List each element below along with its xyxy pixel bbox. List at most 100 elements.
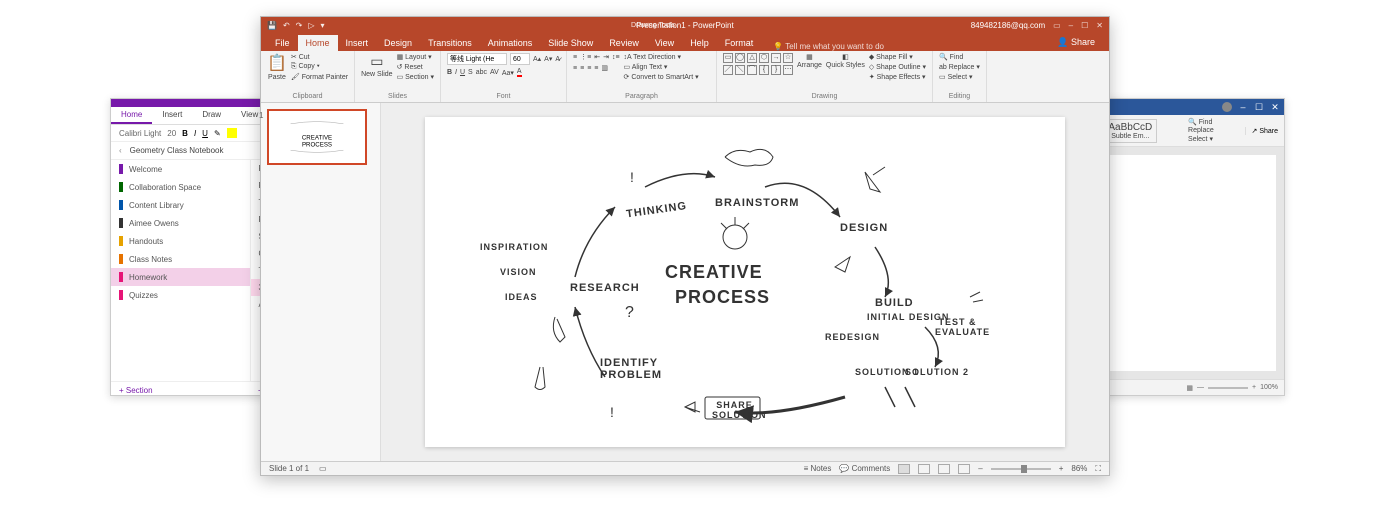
- minimize-icon[interactable]: –: [1069, 21, 1073, 30]
- numbering-icon[interactable]: ⋮≡: [580, 53, 591, 61]
- add-section-button[interactable]: + Section: [111, 382, 250, 399]
- justify-icon[interactable]: ≡: [594, 65, 598, 72]
- slide-canvas[interactable]: ? ! ! CREATIVE PROCESS THINKING BRAINSTO…: [381, 103, 1109, 461]
- slide[interactable]: ? ! ! CREATIVE PROCESS THINKING BRAINSTO…: [425, 117, 1065, 447]
- select-button[interactable]: Select ▾: [1188, 135, 1214, 143]
- zoom-slider[interactable]: [991, 468, 1051, 470]
- tab-home[interactable]: Home: [111, 107, 152, 124]
- comments-button[interactable]: 💬 Comments: [839, 464, 890, 473]
- shape-effects-button[interactable]: ✦ Shape Effects ▾: [869, 73, 926, 81]
- undo-icon[interactable]: ↶: [283, 21, 290, 30]
- smartart-button[interactable]: ⟳ Convert to SmartArt ▾: [624, 73, 699, 81]
- section-item[interactable]: Handouts: [111, 232, 250, 250]
- maximize-icon[interactable]: ☐: [1254, 102, 1264, 112]
- shapes-gallery[interactable]: ▭◯△⬡→☆ ／＼⌒{}⋯: [723, 53, 793, 75]
- line-spacing-icon[interactable]: ↕≡: [612, 54, 620, 61]
- start-icon[interactable]: ▷: [308, 21, 314, 30]
- align-right-icon[interactable]: ≡: [587, 65, 591, 72]
- underline-button[interactable]: U: [202, 129, 208, 138]
- grow-font-icon[interactable]: A▴: [533, 55, 541, 63]
- close-icon[interactable]: ✕: [1096, 21, 1103, 30]
- pencil-icon[interactable]: ✎: [214, 129, 221, 138]
- shape-outline-button[interactable]: ◇ Shape Outline ▾: [869, 63, 926, 71]
- tab-slide-show[interactable]: Slide Show: [540, 35, 601, 51]
- case-button[interactable]: Aa▾: [502, 69, 514, 77]
- section-item[interactable]: Aimee Owens: [111, 214, 250, 232]
- account-email[interactable]: 849482186@qq.com: [971, 21, 1045, 30]
- highlight-icon[interactable]: [227, 128, 237, 138]
- format-painter-button[interactable]: 🖌 Format Painter: [291, 73, 348, 81]
- qat-more-icon[interactable]: ▾: [321, 21, 325, 30]
- spacing-button[interactable]: AV: [490, 69, 499, 76]
- style-item[interactable]: AaBbCcDSubtle Em...: [1103, 119, 1157, 143]
- strike-button[interactable]: S: [468, 69, 473, 76]
- replace-button[interactable]: ab Replace ▾: [939, 63, 980, 71]
- tell-me-input[interactable]: 💡 Tell me what you want to do: [773, 42, 884, 51]
- section-item[interactable]: Welcome: [111, 160, 250, 178]
- font-name-input[interactable]: [447, 53, 507, 65]
- find-button[interactable]: 🔍 Find: [939, 53, 980, 61]
- reset-button[interactable]: ↺ Reset: [397, 63, 434, 71]
- zoom-in-icon[interactable]: +: [1059, 464, 1064, 473]
- share-button[interactable]: ↗ Share: [1245, 127, 1279, 135]
- tab-help[interactable]: Help: [682, 35, 717, 51]
- font-size[interactable]: 20: [167, 129, 176, 138]
- ribbon-options-icon[interactable]: ▭: [1053, 21, 1061, 30]
- save-icon[interactable]: 💾: [267, 21, 277, 30]
- font-size-input[interactable]: [510, 53, 530, 65]
- section-item[interactable]: Collaboration Space: [111, 178, 250, 196]
- maximize-icon[interactable]: ☐: [1081, 21, 1088, 30]
- view-icon[interactable]: ▦: [1186, 384, 1193, 392]
- tab-file[interactable]: File: [267, 35, 298, 51]
- shadow-button[interactable]: abc: [476, 69, 487, 76]
- section-item[interactable]: Quizzes: [111, 286, 250, 304]
- close-icon[interactable]: ✕: [1270, 102, 1280, 112]
- avatar-icon[interactable]: [1222, 102, 1232, 112]
- section-button[interactable]: ▭ Section ▾: [397, 73, 434, 81]
- back-icon[interactable]: ‹: [119, 146, 122, 155]
- tab-design[interactable]: Design: [376, 35, 420, 51]
- layout-button[interactable]: ▦ Layout ▾: [397, 53, 434, 61]
- font-color-button[interactable]: A: [517, 68, 522, 77]
- tab-format[interactable]: Format: [717, 35, 762, 51]
- font-name[interactable]: Calibri Light: [119, 129, 161, 138]
- indent-left-icon[interactable]: ⇤: [594, 53, 600, 61]
- shrink-font-icon[interactable]: A▾: [544, 55, 552, 63]
- normal-view-icon[interactable]: [898, 464, 910, 474]
- share-button[interactable]: 👤 Share: [1049, 34, 1103, 51]
- bold-button[interactable]: B: [447, 69, 452, 76]
- slide-thumbnail[interactable]: 1 CREATIVEPROCESS: [267, 109, 367, 165]
- find-button[interactable]: 🔍 Find: [1188, 118, 1214, 126]
- replace-button[interactable]: Replace: [1188, 127, 1214, 134]
- slideshow-view-icon[interactable]: [958, 464, 970, 474]
- tab-animations[interactable]: Animations: [480, 35, 541, 51]
- tab-insert[interactable]: Insert: [152, 107, 192, 124]
- section-item[interactable]: Content Library: [111, 196, 250, 214]
- zoom-value[interactable]: 100%: [1260, 384, 1278, 391]
- clear-format-icon[interactable]: A̷: [555, 56, 560, 63]
- shape-fill-button[interactable]: ◆ Shape Fill ▾: [869, 53, 926, 61]
- align-text-button[interactable]: ▭ Align Text ▾: [624, 63, 699, 71]
- underline-button[interactable]: U: [460, 69, 465, 76]
- quick-styles-button[interactable]: ◧ Quick Styles: [826, 53, 865, 69]
- columns-icon[interactable]: ▥: [601, 64, 608, 72]
- italic-button[interactable]: I: [194, 129, 196, 138]
- tab-home[interactable]: Home: [298, 35, 338, 51]
- notes-button[interactable]: ≡ Notes: [804, 464, 832, 473]
- redo-icon[interactable]: ↷: [296, 21, 303, 30]
- section-item[interactable]: Class Notes: [111, 250, 250, 268]
- copy-button[interactable]: ⎘ Copy ▾: [291, 63, 348, 71]
- tab-view[interactable]: View: [647, 35, 682, 51]
- tab-review[interactable]: Review: [601, 35, 647, 51]
- fit-to-window-icon[interactable]: ⛶: [1095, 464, 1101, 474]
- text-direction-button[interactable]: ↕A Text Direction ▾: [624, 53, 699, 61]
- zoom-slider[interactable]: [1208, 387, 1248, 389]
- zoom-out-icon[interactable]: –: [978, 464, 982, 473]
- sorter-view-icon[interactable]: [918, 464, 930, 474]
- tab-insert[interactable]: Insert: [338, 35, 377, 51]
- new-slide-button[interactable]: ▭ New Slide: [361, 53, 393, 78]
- select-button[interactable]: ▭ Select ▾: [939, 73, 980, 81]
- reading-view-icon[interactable]: [938, 464, 950, 474]
- bullets-icon[interactable]: ≡: [573, 54, 577, 61]
- minimize-icon[interactable]: –: [1238, 102, 1248, 112]
